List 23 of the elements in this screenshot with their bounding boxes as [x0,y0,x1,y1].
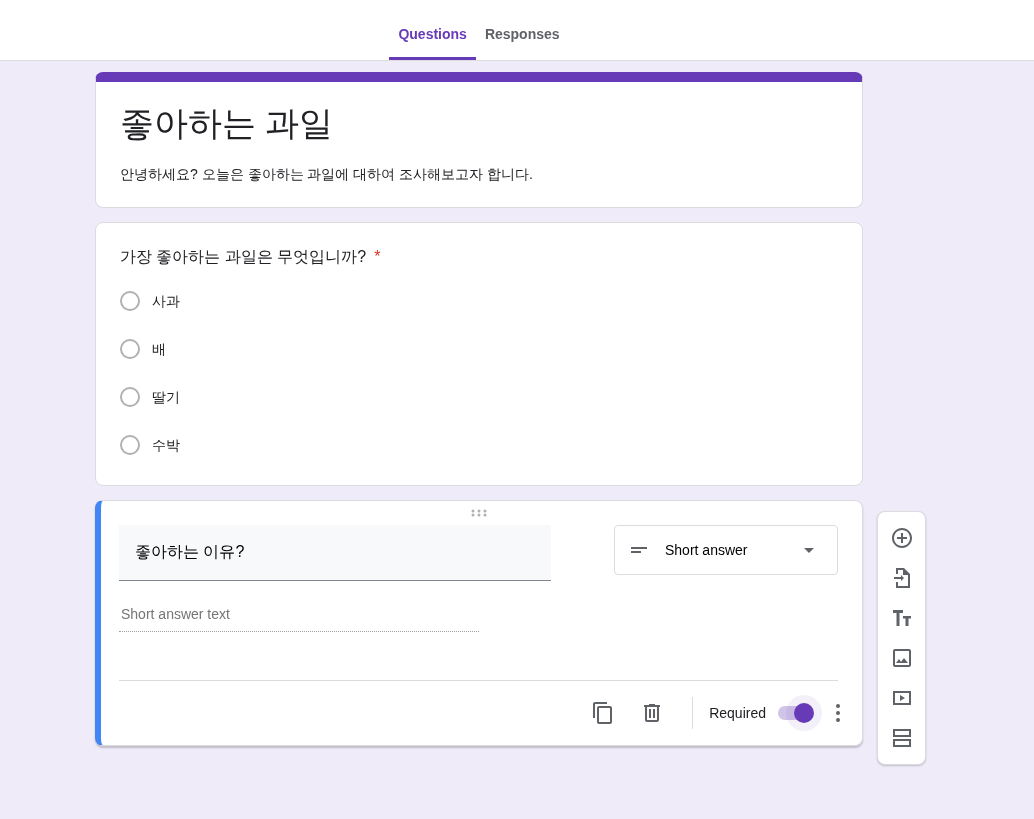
option-label: 딸기 [152,387,180,407]
option-label: 사과 [152,291,180,311]
required-mark: * [374,247,381,267]
answer-field[interactable]: Short answer text [119,603,479,632]
radio-button[interactable] [120,387,140,407]
form-title: 좋아하는 과일 [120,103,335,144]
radio-button[interactable] [120,339,140,359]
option-label: 수박 [152,435,180,455]
required-label: Required [709,703,766,723]
drag-handle-icon[interactable] [470,509,487,517]
radio-button[interactable] [120,435,140,455]
short-text-icon [631,547,647,553]
caret-icon [804,547,814,553]
tab[interactable]: Responses [475,0,569,60]
tab[interactable]: Questions [389,0,476,60]
radio-button[interactable] [120,291,140,311]
question-type-dropdown[interactable]: Short answer [614,525,838,575]
question-title: 가장 좋아하는 과일은 무엇입니까? [120,247,367,267]
option-label: 배 [152,339,166,359]
question-title-field[interactable]: 좋아하는 이유? [119,525,551,581]
form-description: 안녕하세요? 오늘은 좋아하는 과일에 대하여 조사해보고자 합니다. [120,165,534,184]
add-icon[interactable] [889,526,914,550]
required-toggle[interactable] [778,703,814,723]
